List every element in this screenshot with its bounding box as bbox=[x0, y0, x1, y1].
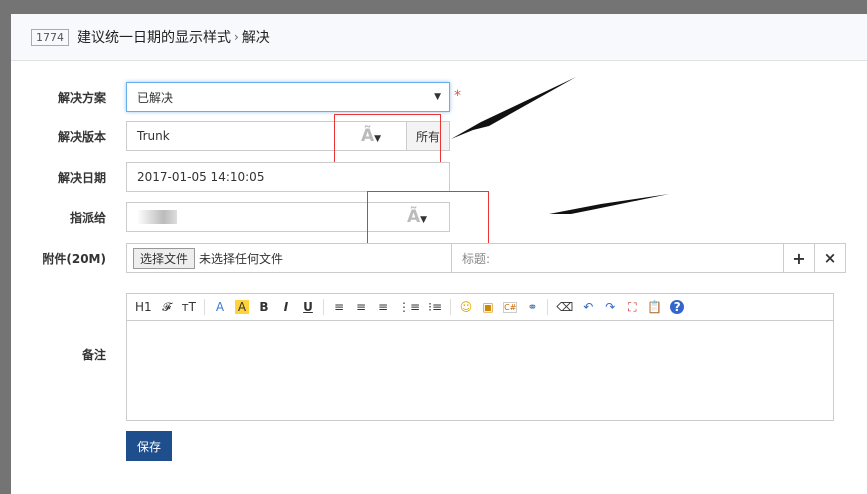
resolve-dialog: 1774 建议统一日期的显示样式 › 解决 解决方案 已解决 ▼ * 解决版本 T… bbox=[11, 14, 867, 494]
arrow-icon bbox=[451, 77, 576, 139]
annotation-arrows bbox=[451, 77, 669, 214]
arrow-icon bbox=[549, 194, 669, 214]
